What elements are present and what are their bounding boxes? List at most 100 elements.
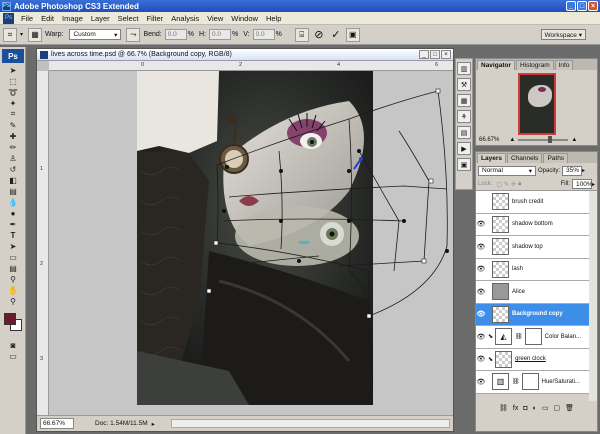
- menu-layer[interactable]: Layer: [87, 14, 114, 23]
- layer-style-icon[interactable]: fx: [513, 405, 518, 412]
- status-menu-arrow-icon[interactable]: ▸: [152, 420, 155, 428]
- eye-icon[interactable]: 👁︎: [476, 355, 486, 363]
- layer-row[interactable]: 👁︎ ▥ ⛓ Hue/Saturati...: [476, 371, 589, 394]
- navigator-thumbnail[interactable]: [517, 73, 556, 135]
- zoom-field[interactable]: 66.67%: [40, 418, 74, 429]
- eye-icon[interactable]: 👁︎: [476, 220, 486, 228]
- menu-file[interactable]: File: [17, 14, 37, 23]
- layer-comps-panel-icon[interactable]: ▦: [457, 94, 471, 107]
- doc-close-button[interactable]: ×: [441, 50, 451, 59]
- dodge-tool-icon[interactable]: ●: [2, 208, 24, 218]
- eye-icon[interactable]: 👁︎: [476, 333, 486, 341]
- move-tool-icon[interactable]: ➤: [2, 65, 24, 75]
- cancel-transform-icon[interactable]: ⊘: [312, 28, 326, 42]
- lock-image-icon[interactable]: ✎: [504, 181, 509, 188]
- history-brush-tool-icon[interactable]: ↺: [2, 164, 24, 174]
- menu-analysis[interactable]: Analysis: [167, 14, 203, 23]
- new-adjustment-layer-icon[interactable]: ◐: [533, 405, 537, 412]
- warp-mode-icon[interactable]: ▦: [28, 27, 43, 42]
- layer-row[interactable]: brush credit: [476, 191, 589, 214]
- clone-source-panel-icon[interactable]: ⚘: [457, 110, 471, 123]
- eyedropper-tool-icon[interactable]: ⚲: [2, 274, 24, 284]
- notes-tool-icon[interactable]: ▤: [2, 263, 24, 273]
- canvas-area[interactable]: [49, 71, 453, 415]
- blend-mode-dropdown[interactable]: Normal ▾: [478, 165, 536, 176]
- zoom-slider[interactable]: [518, 136, 569, 143]
- layer-row[interactable]: 👁︎ ⬊ green clock: [476, 348, 589, 371]
- layer-row[interactable]: 👁︎ shadow top: [476, 236, 589, 259]
- doc-minimize-button[interactable]: _: [419, 50, 429, 59]
- clone-stamp-tool-icon[interactable]: ♙: [2, 153, 24, 163]
- marquee-tool-icon[interactable]: ⬚: [2, 76, 24, 86]
- eye-icon[interactable]: 👁︎: [476, 288, 486, 296]
- minimize-button[interactable]: _: [566, 1, 576, 11]
- menu-edit[interactable]: Edit: [37, 14, 58, 23]
- slice-tool-icon[interactable]: ✎: [2, 120, 24, 130]
- healing-brush-tool-icon[interactable]: ✚: [2, 131, 24, 141]
- warp-style-dropdown[interactable]: Custom ▾: [69, 29, 122, 40]
- bend-field[interactable]: 0.0: [164, 29, 187, 40]
- new-group-icon[interactable]: ▭: [542, 404, 549, 412]
- doc-maximize-button[interactable]: □: [430, 50, 440, 59]
- zoom-in-icon[interactable]: ▲: [571, 137, 577, 143]
- gradient-tool-icon[interactable]: ▤: [2, 186, 24, 196]
- crop-tool-icon[interactable]: ⌗: [2, 109, 24, 119]
- pen-tool-icon[interactable]: ✒: [2, 219, 24, 229]
- eye-icon[interactable]: 👁︎: [476, 243, 486, 251]
- screen-mode-icon[interactable]: ▭: [2, 351, 24, 361]
- eraser-tool-icon[interactable]: ◧: [2, 175, 24, 185]
- shape-tool-icon[interactable]: ▭: [2, 252, 24, 262]
- hand-tool-icon[interactable]: ✋: [2, 285, 24, 295]
- eye-icon[interactable]: 👁︎: [476, 378, 486, 386]
- workspace-dropdown[interactable]: Workspace ▾: [540, 29, 586, 40]
- menu-help[interactable]: Help: [262, 14, 285, 23]
- layer-row[interactable]: 👁︎ ⬊ ◭ ⛓ Color Balan...: [476, 326, 589, 349]
- layer-row[interactable]: 👁︎ lash: [476, 258, 589, 281]
- opacity-arrow-icon[interactable]: ▸: [582, 167, 585, 174]
- fill-arrow-icon[interactable]: ▸: [592, 181, 595, 188]
- tab-info[interactable]: Info: [554, 60, 574, 70]
- horizontal-scrollbar[interactable]: [170, 419, 450, 428]
- ps-menu-icon[interactable]: Ps: [3, 12, 14, 24]
- opacity-field[interactable]: 35%: [562, 165, 583, 176]
- commit-transform-icon[interactable]: ✓: [329, 28, 343, 42]
- menu-filter[interactable]: Filter: [143, 14, 168, 23]
- file-browser-icon[interactable]: ▣: [345, 27, 360, 42]
- tab-histogram[interactable]: Histogram: [515, 60, 554, 70]
- zoom-out-icon[interactable]: ▲: [509, 137, 515, 143]
- tab-channels[interactable]: Channels: [506, 153, 543, 163]
- blur-tool-icon[interactable]: 💧: [2, 197, 24, 207]
- magic-wand-tool-icon[interactable]: ✦: [2, 98, 24, 108]
- tab-navigator[interactable]: Navigator: [477, 60, 515, 70]
- tool-preset-icon[interactable]: ⌗: [3, 27, 17, 42]
- actions-panel-icon[interactable]: ▶: [457, 142, 471, 155]
- preset-arrow-icon[interactable]: ▾: [20, 31, 23, 38]
- zoom-tool-icon[interactable]: ⚲: [2, 296, 24, 306]
- layer-row-selected[interactable]: 👁︎ Background copy: [476, 303, 589, 326]
- v-distortion-field[interactable]: 0.0: [252, 29, 275, 40]
- new-layer-icon[interactable]: ▢: [553, 404, 560, 412]
- path-selection-tool-icon[interactable]: ➤: [2, 241, 24, 251]
- animation-panel-icon[interactable]: ▣: [457, 158, 471, 171]
- add-mask-icon[interactable]: ◘: [523, 405, 527, 412]
- menu-window[interactable]: Window: [227, 14, 262, 23]
- brushes-panel-icon[interactable]: ▥: [457, 62, 471, 75]
- h-distortion-field[interactable]: 0.0: [208, 29, 231, 40]
- eye-icon[interactable]: 👁︎: [476, 265, 486, 273]
- menu-view[interactable]: View: [203, 14, 227, 23]
- lock-position-icon[interactable]: ✢: [511, 181, 516, 188]
- tool-presets-panel-icon[interactable]: ⚒: [457, 78, 471, 91]
- maximize-button[interactable]: □: [577, 1, 587, 11]
- foreground-color-swatch[interactable]: [4, 313, 16, 325]
- history-panel-icon[interactable]: ▤: [457, 126, 471, 139]
- lock-all-icon[interactable]: 🔒︎: [518, 181, 521, 188]
- delete-layer-icon[interactable]: 🗑︎: [565, 404, 574, 412]
- tab-paths[interactable]: Paths: [543, 153, 569, 163]
- warp-toggle-icon[interactable]: ⌸: [294, 27, 309, 42]
- change-warp-orientation-icon[interactable]: ⤳: [126, 27, 141, 42]
- menu-select[interactable]: Select: [114, 14, 143, 23]
- lock-transparent-icon[interactable]: ▢: [496, 181, 502, 188]
- lasso-tool-icon[interactable]: ➰: [2, 87, 24, 97]
- fill-field[interactable]: 100%: [571, 179, 593, 189]
- eye-icon[interactable]: 👁︎: [476, 310, 486, 318]
